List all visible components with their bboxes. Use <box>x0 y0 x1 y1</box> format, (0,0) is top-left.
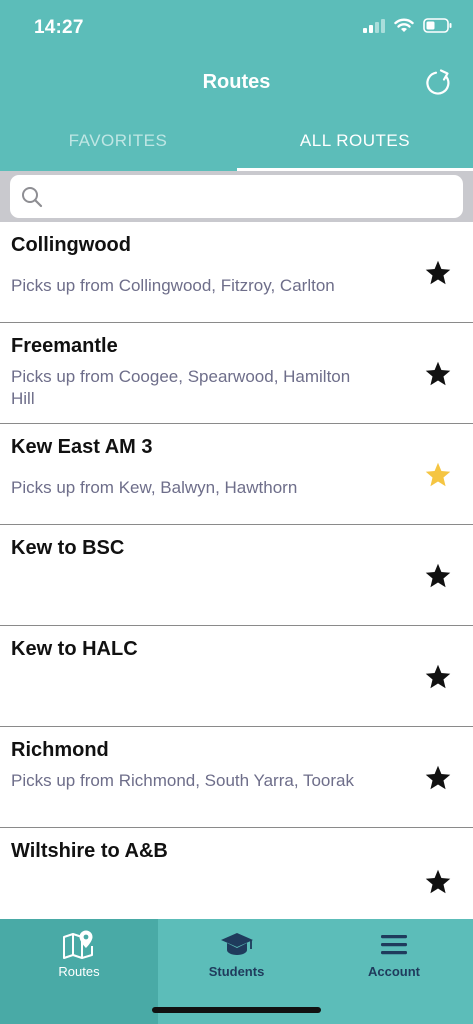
signal-icon <box>363 18 385 33</box>
refresh-icon[interactable] <box>424 68 454 98</box>
route-row[interactable]: Wiltshire to A&B <box>0 828 473 923</box>
route-name: Kew to BSC <box>11 537 125 559</box>
tab-favorites[interactable]: FAVORITES <box>0 119 236 171</box>
route-row[interactable]: Freemantle Picks up from Coogee, Spearwo… <box>0 323 473 424</box>
nav-account[interactable]: Account <box>315 919 473 991</box>
nav-label-account: Account <box>368 964 420 979</box>
nav-students[interactable]: Students <box>158 919 315 991</box>
star-icon[interactable] <box>424 562 452 590</box>
menu-icon <box>381 935 407 955</box>
nav-routes[interactable]: Routes <box>0 919 158 1024</box>
nav-label-students: Students <box>208 964 265 979</box>
map-pin-icon <box>63 930 93 959</box>
search-icon <box>22 187 43 208</box>
page-title: Routes <box>202 71 271 93</box>
route-row[interactable]: Richmond Picks up from Richmond, South Y… <box>0 727 473 828</box>
route-row[interactable]: Kew to BSC <box>0 525 473 626</box>
route-row[interactable]: Kew to HALC <box>0 626 473 727</box>
star-icon[interactable] <box>424 663 452 691</box>
search-box[interactable] <box>10 175 463 218</box>
route-row[interactable]: Collingwood Picks up from Collingwood, F… <box>0 222 473 323</box>
route-name: Kew East AM 3 <box>11 436 153 458</box>
battery-icon <box>423 18 452 33</box>
wifi-icon <box>394 18 414 32</box>
graduation-cap-icon <box>220 933 253 955</box>
nav-label-routes: Routes <box>58 964 100 979</box>
route-description: Picks up from Kew, Balwyn, Hawthorn <box>11 478 298 497</box>
search-bar <box>0 171 473 222</box>
route-description: Picks up from Coogee, Spearwood, Hamilto… <box>11 367 351 408</box>
star-icon[interactable] <box>424 360 452 388</box>
route-list: Collingwood Picks up from Collingwood, F… <box>0 222 473 923</box>
status-icons <box>363 18 453 33</box>
route-name: Freemantle <box>11 335 118 357</box>
home-indicator[interactable] <box>152 1007 321 1013</box>
search-input[interactable] <box>54 179 458 215</box>
app-header: 14:27 Routes FAVORITES ALL ROUTES <box>0 0 473 171</box>
star-icon[interactable] <box>424 764 452 792</box>
tab-all-routes[interactable]: ALL ROUTES <box>237 119 473 171</box>
route-name: Richmond <box>11 739 109 761</box>
star-icon[interactable] <box>424 868 452 896</box>
star-icon[interactable] <box>424 259 452 287</box>
route-name: Kew to HALC <box>11 638 138 660</box>
status-time: 14:27 <box>34 17 84 38</box>
route-name: Collingwood <box>11 234 131 256</box>
route-description: Picks up from Richmond, South Yarra, Too… <box>11 771 354 790</box>
star-favorite-icon[interactable] <box>424 461 452 489</box>
route-name: Wiltshire to A&B <box>11 840 168 862</box>
route-row[interactable]: Kew East AM 3 Picks up from Kew, Balwyn,… <box>0 424 473 525</box>
route-description: Picks up from Collingwood, Fitzroy, Carl… <box>11 276 335 295</box>
